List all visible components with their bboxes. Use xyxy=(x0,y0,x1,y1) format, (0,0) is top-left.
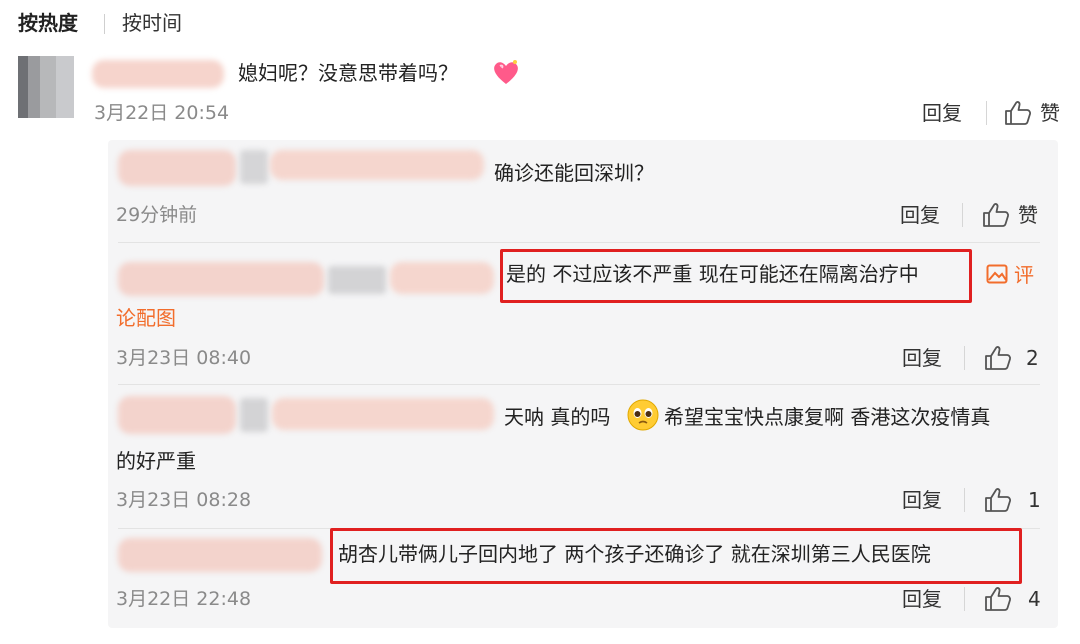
action-divider xyxy=(964,346,965,370)
redacted-username xyxy=(118,150,236,186)
reply-button[interactable]: 回复 xyxy=(902,587,942,611)
reply-text: 天呐 真的吗 xyxy=(504,405,611,429)
comment-text: 媳妇呢？没意思带着吗？ xyxy=(238,61,458,85)
tab-sort-by-time[interactable]: 按时间 xyxy=(122,10,182,36)
action-divider xyxy=(964,587,965,611)
redacted-avatar xyxy=(240,398,268,432)
comment-image-link[interactable]: 评 xyxy=(1014,262,1034,288)
tab-sort-by-hot[interactable]: 按热度 xyxy=(18,10,78,36)
redacted-username xyxy=(92,60,224,88)
thumbs-up-icon[interactable] xyxy=(984,586,1012,612)
sort-tabs: 按热度 按时间 xyxy=(0,0,1080,46)
pleading-face-emoji-icon xyxy=(627,399,659,431)
reply-text: 胡杏儿带俩儿子回内地了 两个孩子还确诊了 就在深圳第三人民医院 xyxy=(338,542,931,566)
thumbs-up-icon[interactable] xyxy=(982,202,1010,228)
like-count: 1 xyxy=(1028,488,1041,512)
reply-button[interactable]: 回复 xyxy=(902,346,942,370)
reply-text: 确诊还能回深圳？ xyxy=(494,161,654,185)
like-count: 2 xyxy=(1026,346,1039,370)
redacted-username xyxy=(272,398,494,430)
like-label[interactable]: 赞 xyxy=(1040,101,1060,125)
redacted-username xyxy=(118,396,236,434)
thumbs-up-icon[interactable] xyxy=(984,345,1012,371)
reply-timestamp: 3月22日 22:48 xyxy=(116,588,252,610)
reply-timestamp: 3月23日 08:28 xyxy=(116,489,252,511)
action-divider xyxy=(964,488,965,512)
reply-button[interactable]: 回复 xyxy=(900,203,940,227)
like-count: 4 xyxy=(1028,587,1041,611)
reply-button[interactable]: 回复 xyxy=(902,488,942,512)
divider xyxy=(118,242,1040,243)
redacted-avatar xyxy=(328,266,386,294)
redacted-username xyxy=(390,262,494,294)
reply-timestamp: 29分钟前 xyxy=(116,204,198,226)
divider xyxy=(118,384,1040,385)
action-divider xyxy=(986,101,987,125)
reply-text: 希望宝宝快点康复啊 香港这次疫情真 xyxy=(664,405,991,429)
thumbs-up-icon[interactable] xyxy=(984,487,1012,513)
like-label[interactable]: 赞 xyxy=(1018,203,1038,227)
reply-text: 是的 不过应该不严重 现在可能还在隔离治疗中 xyxy=(506,262,919,286)
redacted-username xyxy=(118,538,322,572)
redacted-avatar xyxy=(240,150,268,184)
reply-button[interactable]: 回复 xyxy=(922,101,962,125)
avatar[interactable] xyxy=(18,56,74,118)
reply-text: 的好严重 xyxy=(116,449,196,473)
redacted-username xyxy=(270,150,484,180)
reply-timestamp: 3月23日 08:40 xyxy=(116,347,252,369)
comment-image-link[interactable]: 论配图 xyxy=(116,305,176,331)
image-icon[interactable] xyxy=(986,264,1008,284)
thumbs-up-icon[interactable] xyxy=(1004,100,1032,126)
heart-emoji-icon xyxy=(494,60,518,84)
tab-divider xyxy=(104,14,105,34)
redacted-username xyxy=(118,262,324,296)
action-divider xyxy=(962,203,963,227)
comment-timestamp: 3月22日 20:54 xyxy=(94,102,230,124)
